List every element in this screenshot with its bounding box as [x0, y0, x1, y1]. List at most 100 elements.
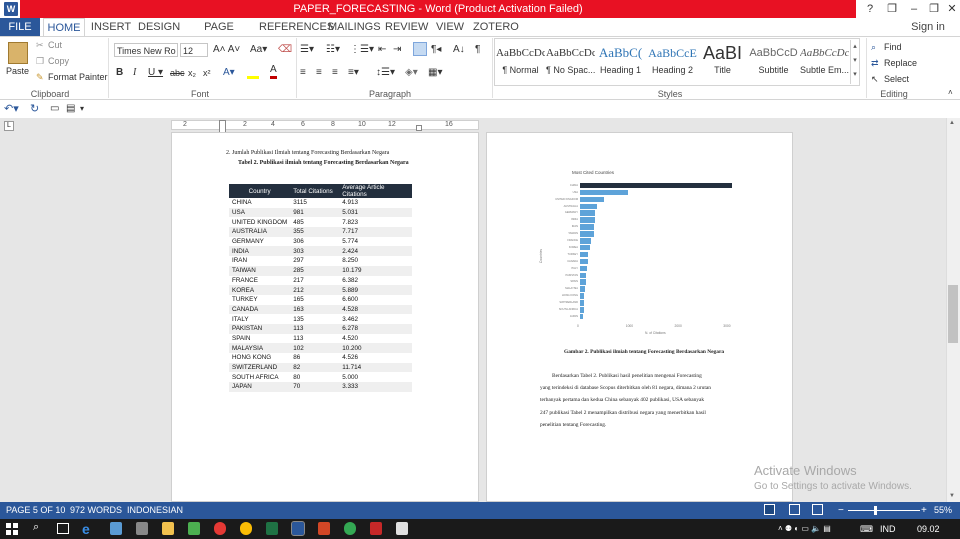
superscript-button[interactable]: x² [203, 66, 211, 80]
help-button[interactable]: ? [860, 0, 880, 18]
bar[interactable] [580, 272, 586, 278]
grow-font-button[interactable]: A˄ A˅ [213, 43, 240, 57]
scroll-up-icon[interactable]: ▲ [949, 120, 955, 126]
language-indicator[interactable]: INDONESIAN [127, 502, 183, 519]
tab-page-layout[interactable]: PAGE LAYOUT [186, 18, 252, 51]
tab-references[interactable]: REFERENCES [259, 18, 334, 36]
align-right-icon[interactable]: ≡ [332, 66, 338, 80]
app-icon[interactable] [110, 522, 122, 535]
align-center-icon[interactable]: ≡ [316, 66, 322, 80]
font-color-icon[interactable]: A [270, 64, 277, 79]
zoom-out-icon[interactable]: − [838, 502, 844, 519]
line-spacing-icon[interactable]: ↕☰▾ [376, 66, 395, 80]
print-layout-icon[interactable] [789, 504, 800, 515]
format-painter-icon[interactable]: ✎ [36, 70, 44, 84]
cut-icon[interactable]: ✂ [36, 38, 44, 52]
show-formatting-icon[interactable]: ¶ [475, 43, 480, 57]
tab-review[interactable]: REVIEW [385, 18, 428, 36]
style-subtitle[interactable]: AaBbCcD Subtitle [749, 40, 798, 82]
photos-icon[interactable] [396, 522, 408, 535]
minimize-button[interactable]: – [904, 0, 924, 18]
format-painter-button[interactable]: Format Painter [48, 70, 108, 84]
tab-mailings[interactable]: MAILINGS [328, 18, 381, 36]
bullets-icon[interactable]: ☰▾ [300, 43, 314, 57]
bar[interactable] [580, 307, 584, 313]
style-no-spacing[interactable]: AaBbCcDc ¶ No Spac... [546, 40, 595, 82]
ltr-direction-icon[interactable] [413, 42, 427, 56]
bar[interactable] [580, 279, 586, 285]
chrome-icon[interactable] [344, 522, 356, 535]
sign-in-link[interactable]: Sign in [904, 18, 952, 36]
shading-icon[interactable]: ◈▾ [405, 66, 418, 80]
horizontal-ruler[interactable] [171, 120, 479, 130]
select-button[interactable]: Select [884, 72, 909, 86]
edge-icon[interactable]: e [82, 519, 90, 539]
underline-button[interactable]: U ▾ [148, 66, 163, 80]
align-left-icon[interactable]: ≡ [300, 66, 306, 80]
web-layout-icon[interactable] [812, 504, 823, 515]
bar[interactable] [580, 300, 584, 306]
increase-indent-icon[interactable]: ⇥ [393, 43, 401, 57]
highlight-icon[interactable] [247, 67, 259, 79]
font-size-select[interactable]: 12 [180, 43, 208, 57]
select-icon[interactable]: ↖ [871, 72, 879, 86]
input-language[interactable]: IND [880, 519, 896, 539]
bar[interactable] [580, 238, 591, 244]
word-taskbar-icon[interactable] [291, 521, 305, 536]
undo-icon[interactable]: ↶▾ [4, 102, 19, 116]
zoom-slider-thumb[interactable] [874, 506, 877, 515]
multilevel-list-icon[interactable]: ⋮☰▾ [350, 43, 374, 57]
bar[interactable] [580, 258, 588, 265]
style-title[interactable]: AaBI Title [698, 40, 747, 82]
bar[interactable] [580, 182, 732, 189]
copy-icon[interactable]: ❐ [36, 54, 44, 68]
bar[interactable] [580, 196, 604, 203]
scrollbar-thumb[interactable] [948, 285, 958, 343]
rtl-direction-icon[interactable]: ¶◂ [431, 43, 441, 57]
style-normal[interactable]: AaBbCcDc ¶ Normal [496, 40, 545, 82]
word-app-icon[interactable]: W [4, 2, 18, 16]
find-icon[interactable]: ⌕ [871, 40, 876, 54]
bar[interactable] [580, 293, 585, 299]
tab-zotero[interactable]: ZOTERO [473, 18, 519, 36]
file-explorer-icon[interactable] [162, 522, 174, 535]
paste-icon[interactable] [8, 42, 28, 64]
app-icon[interactable] [370, 522, 382, 535]
tab-insert[interactable]: INSERT [90, 18, 132, 36]
style-subtle-emphasis[interactable]: AaBbCcDc Subtle Em... [800, 40, 849, 82]
tab-design[interactable]: DESIGN [138, 18, 180, 36]
opera-icon[interactable] [214, 522, 226, 535]
bold-button[interactable]: B [116, 66, 123, 80]
app-icon[interactable] [188, 522, 200, 535]
clear-formatting-icon[interactable]: ⌫ [278, 43, 292, 57]
new-document-icon[interactable]: ▭ [50, 102, 59, 116]
numbering-icon[interactable]: ☷▾ [326, 43, 340, 57]
borders-icon[interactable]: ▦▾ [428, 66, 442, 80]
bar[interactable] [580, 203, 598, 209]
collapse-ribbon-icon[interactable]: ˄ [948, 86, 953, 100]
styles-scroll-icon[interactable]: ▴ ▾ ▾ [850, 40, 859, 84]
right-indent-marker[interactable] [416, 125, 422, 131]
read-mode-icon[interactable] [764, 504, 775, 515]
search-icon[interactable]: ⌕ [33, 521, 39, 534]
bar[interactable] [580, 210, 595, 216]
scroll-down-icon[interactable]: ▼ [949, 493, 955, 499]
change-case-button[interactable]: Aa▾ [250, 43, 267, 57]
subscript-button[interactable]: x₂ [188, 66, 196, 80]
redo-icon[interactable]: ↻ [30, 102, 39, 116]
italic-button[interactable]: I [133, 66, 136, 80]
close-button[interactable]: ✕ [942, 0, 960, 18]
justify-icon[interactable]: ≡▾ [348, 66, 359, 80]
replace-icon[interactable]: ⇄ [871, 56, 879, 70]
cut-button[interactable]: Cut [48, 38, 62, 52]
task-view-icon[interactable] [57, 523, 69, 534]
copy-button[interactable]: Copy [48, 54, 69, 68]
keyboard-icon[interactable]: ⌨ [860, 519, 873, 539]
excel-icon[interactable] [266, 522, 278, 535]
clock[interactable]: 09.02 [917, 519, 940, 539]
customize-qat-icon[interactable]: ▾ [80, 102, 84, 116]
start-icon[interactable] [6, 523, 18, 535]
store-icon[interactable] [136, 522, 148, 535]
zoom-in-icon[interactable]: + [921, 502, 927, 519]
tab-view[interactable]: VIEW [434, 18, 466, 36]
